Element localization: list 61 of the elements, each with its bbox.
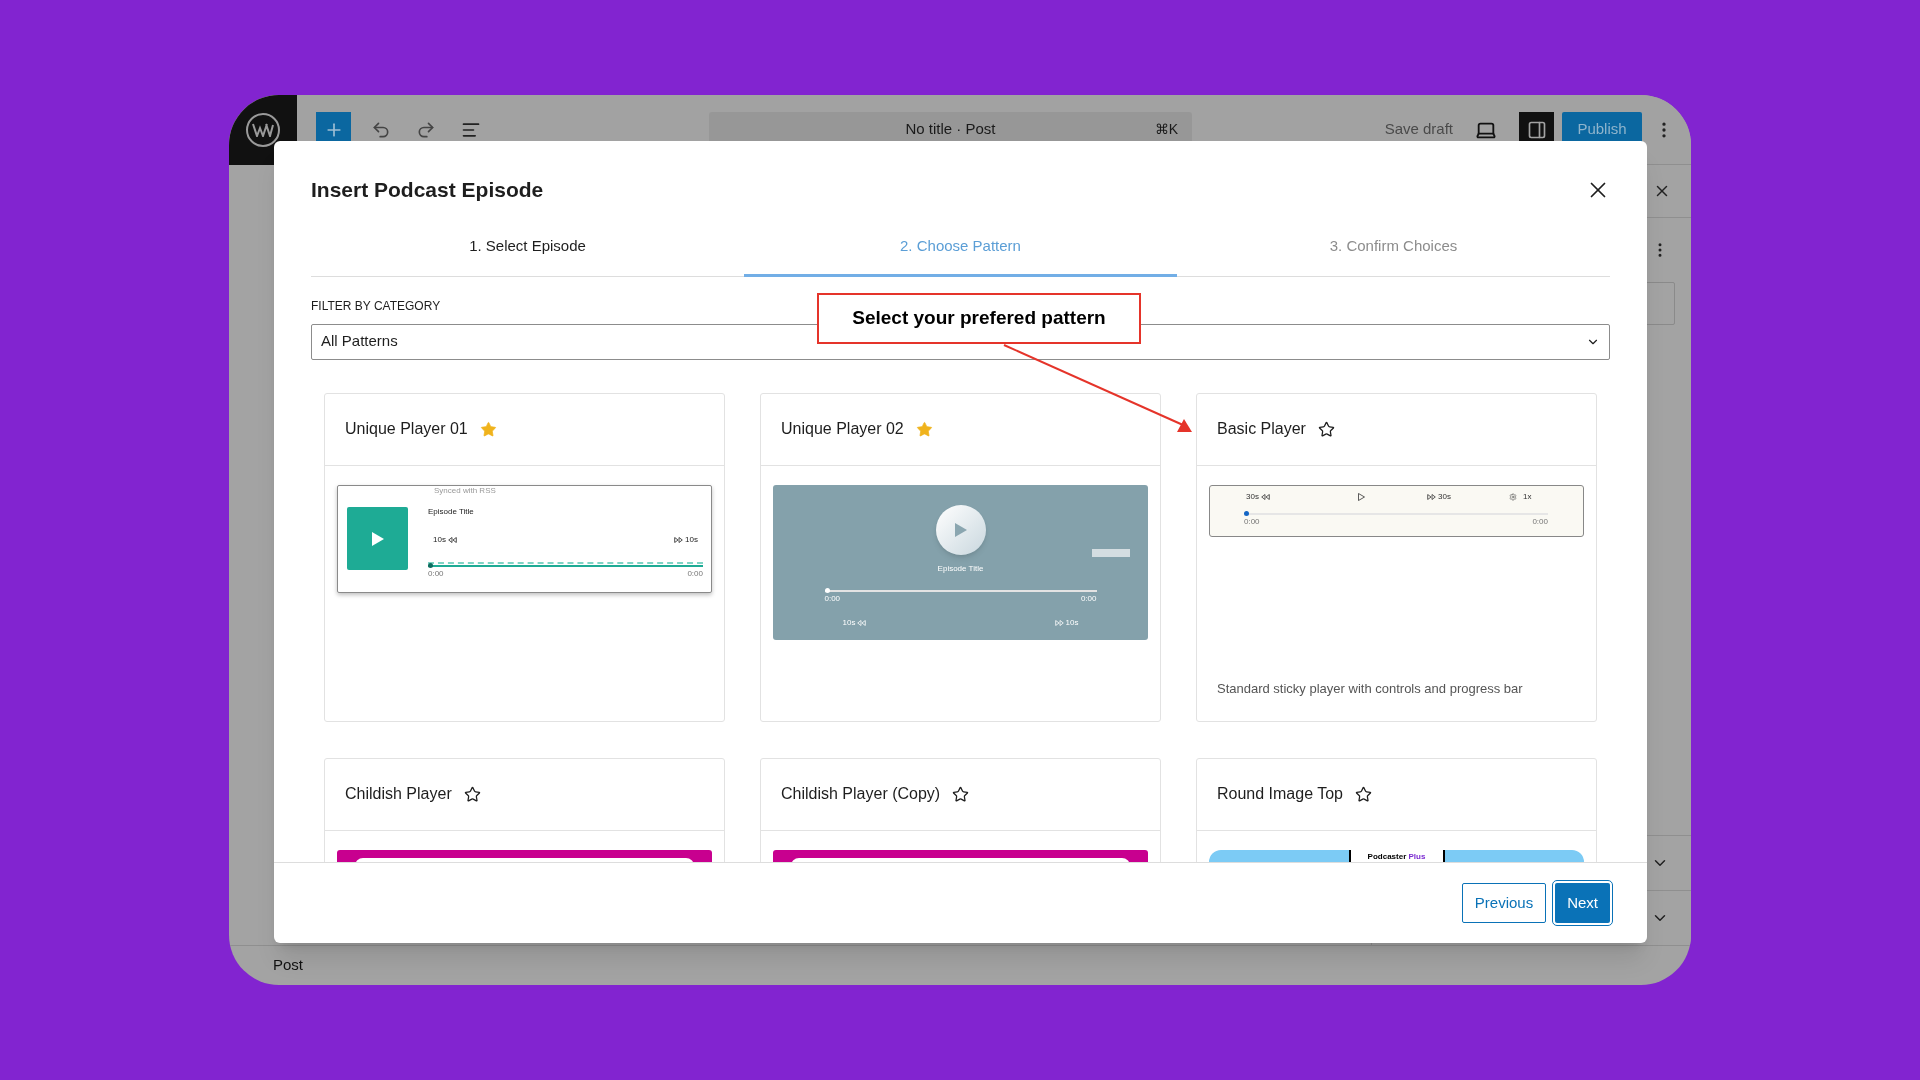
skip-forward-label: 30s [1438, 490, 1451, 503]
time-end: 0:00 [687, 567, 703, 580]
play-icon [1358, 492, 1365, 501]
rewind-icon [857, 619, 867, 626]
rewind-icon [1260, 493, 1270, 500]
pattern-name: Basic Player [1217, 419, 1306, 439]
synced-label: Synced with RSS [434, 485, 496, 495]
star-icon[interactable] [952, 785, 970, 803]
progress-thumb[interactable] [428, 562, 433, 568]
next-button[interactable]: Next [1555, 883, 1610, 923]
pattern-name: Unique Player 02 [781, 419, 904, 439]
pattern-name: Childish Player (Copy) [781, 784, 941, 804]
progress-thumb[interactable] [1244, 510, 1249, 516]
star-icon[interactable] [1355, 785, 1372, 803]
settings-icon [1509, 492, 1517, 501]
redo-icon[interactable] [416, 119, 436, 140]
skip-forward-label: 10s [685, 533, 698, 546]
placeholder-bar [1092, 548, 1130, 557]
modal-title: Insert Podcast Episode [311, 177, 544, 203]
skip-forward-label: 10s [1065, 616, 1079, 629]
pattern-card[interactable]: Childish Player [324, 757, 725, 862]
brand-logo-text: Podcaster Plus [1367, 850, 1426, 862]
pattern-name: Unique Player 01 [345, 419, 468, 439]
time-start: 0:00 [428, 567, 444, 580]
play-button-drawing [347, 507, 408, 570]
progress-thumb[interactable] [824, 587, 830, 593]
skip-back-label: 30s [1246, 490, 1259, 503]
star-icon[interactable] [915, 420, 933, 438]
step-tab[interactable]: 1. Select Episode [311, 219, 744, 277]
rewind-icon [447, 536, 457, 543]
step-tab[interactable]: 3. Confirm Choices [1177, 219, 1610, 277]
time-end: 0:00 [1532, 515, 1548, 528]
previous-button[interactable]: Previous [1461, 883, 1547, 923]
time-end: 0:00 [1080, 592, 1097, 605]
episode-title: Episode Title [428, 505, 474, 518]
star-icon[interactable] [463, 785, 481, 803]
speed-label: 1x [1523, 490, 1532, 503]
callout-box: Select your prefered pattern [817, 293, 1141, 344]
filter-label: FILTER BY CATEGORY [311, 297, 442, 315]
time-start: 0:00 [1244, 515, 1260, 528]
undo-icon[interactable] [371, 119, 391, 140]
pattern-card[interactable]: Basic Player 30s 30s 1x 0:00 0:00 Standard sticky player with controls and progress bar [1196, 392, 1597, 722]
save-draft-button[interactable]: Save draft [1384, 118, 1453, 141]
pattern-description: Standard sticky player with controls and progress bar [1216, 680, 1524, 698]
episode-title: Episode Title [937, 562, 984, 575]
skip-back-label: 10s [433, 533, 446, 546]
star-icon[interactable] [1317, 420, 1335, 438]
pattern-card[interactable]: Unique Player 02 Episode Title 0:00 0:00 10s 10s [760, 392, 1161, 722]
shortcut-hint: ⌘K [1154, 120, 1178, 139]
skip-back-label: 10s [842, 616, 856, 629]
fast-forward-icon [1427, 493, 1436, 500]
fast-forward-icon [1054, 619, 1064, 626]
pattern-card[interactable]: Unique Player 01 Synced with RSS Episode Title 10s 10s 0:00 0:00 [324, 392, 725, 722]
breadcrumb-link[interactable]: Post [273, 954, 303, 977]
pattern-card[interactable]: Childish Player (Copy) [760, 757, 1161, 862]
fast-forward-icon [674, 536, 684, 543]
play-button-drawing [935, 504, 986, 555]
pattern-name: Childish Player [345, 784, 452, 804]
pattern-name: Round Image Top [1217, 784, 1343, 804]
time-start: 0:00 [824, 592, 841, 605]
star-icon[interactable] [479, 420, 497, 438]
